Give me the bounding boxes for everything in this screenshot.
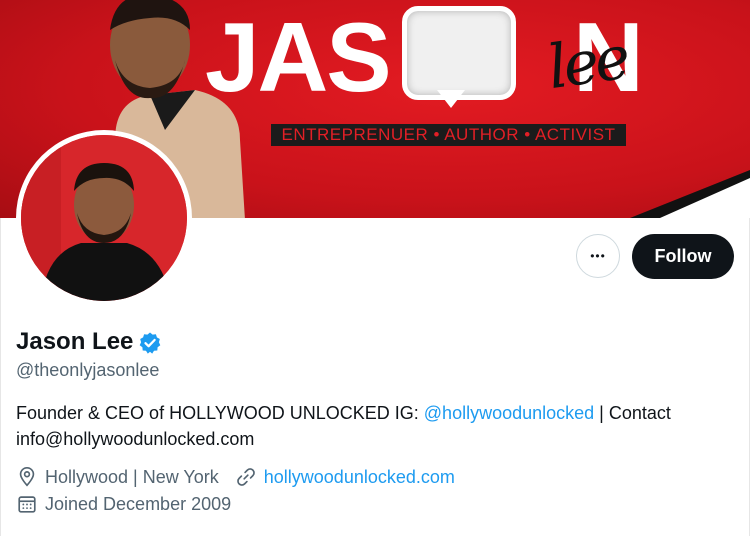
profile-bio: Founder & CEO of HOLLYWOOD UNLOCKED IG: … xyxy=(16,400,736,452)
more-options-button[interactable]: ••• xyxy=(576,234,620,278)
speech-bubble-icon xyxy=(402,6,516,100)
profile-meta-location-row: Hollywood | New York hollywoodunlocked.c… xyxy=(16,466,455,488)
bio-mention-link[interactable]: @hollywoodunlocked xyxy=(424,403,594,423)
avatar-portrait xyxy=(21,135,187,301)
profile-website-link[interactable]: hollywoodunlocked.com xyxy=(264,467,455,488)
speech-bubble-tail xyxy=(437,90,465,108)
banner-tagline: ENTREPRENUER • AUTHOR • ACTIVIST xyxy=(271,124,626,146)
calendar-icon xyxy=(18,496,36,513)
banner-corner-accent xyxy=(660,178,750,218)
profile-meta-joined-row: Joined December 2009 xyxy=(16,493,231,515)
banner-title: JAS N xyxy=(205,8,644,106)
follow-button[interactable]: Follow xyxy=(632,234,734,279)
bio-text: Founder & CEO of HOLLYWOOD UNLOCKED IG: xyxy=(16,403,424,423)
banner-title-left: JAS xyxy=(205,2,392,112)
more-options-icon: ••• xyxy=(590,249,606,263)
avatar-image xyxy=(21,135,187,301)
column-border-left xyxy=(0,218,1,536)
location-pin-icon xyxy=(19,467,35,487)
link-icon xyxy=(236,468,255,486)
avatar[interactable] xyxy=(16,130,192,306)
profile-name: Jason Lee xyxy=(16,328,134,355)
profile-joined-date: Joined December 2009 xyxy=(45,493,232,514)
verified-badge-icon xyxy=(139,332,161,354)
profile-handle: @theonlyjasonlee xyxy=(16,360,160,380)
banner-signature: lee xyxy=(543,22,631,104)
profile-location: Hollywood | New York xyxy=(45,466,219,487)
